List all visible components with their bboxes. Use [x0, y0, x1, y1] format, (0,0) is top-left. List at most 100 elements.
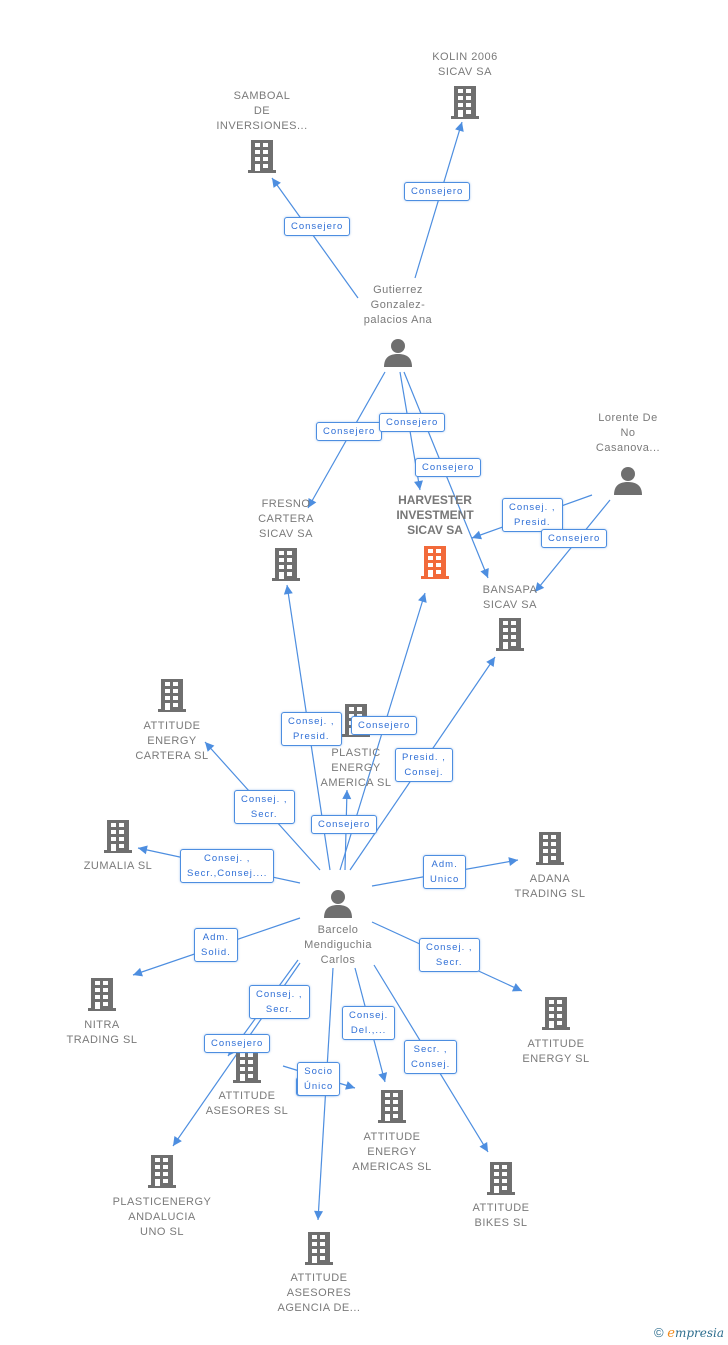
arrowhead-icon	[414, 480, 423, 490]
building-icon[interactable]	[146, 1154, 178, 1193]
copyright-icon: ©	[654, 1325, 664, 1340]
building-icon[interactable]	[485, 1161, 517, 1200]
building-icon[interactable]	[246, 139, 278, 178]
edge-label-barcelo-plasticenergy_andalucia[interactable]: Consejero	[204, 1034, 271, 1053]
edge-label-line: Presid. ,	[402, 752, 446, 763]
edge-label-line: Adm.	[431, 859, 458, 870]
building-icon[interactable]	[156, 678, 188, 717]
node-label-attitude_energy[interactable]: ATTITUDE ENERGY SL	[496, 1037, 616, 1067]
node-label-attitude_americas[interactable]: ATTITUDE ENERGY AMERICAS SL	[332, 1130, 452, 1175]
edge-label-barcelo-adana[interactable]: Adm. Unico	[423, 855, 467, 889]
edge-label-line: Secr.	[435, 957, 463, 968]
edge-label-barcelo-nitra[interactable]: Adm. Solid.	[194, 928, 238, 962]
building-icon[interactable]	[376, 1089, 408, 1128]
edge-label-line: Consejero	[211, 1038, 264, 1049]
edge-label-line: Socio	[304, 1066, 334, 1077]
node-label-zumalia[interactable]: ZUMALIA SL	[58, 859, 178, 874]
building-icon[interactable]	[540, 996, 572, 1035]
edge-label-line: Consejero	[323, 426, 376, 437]
building-icon[interactable]	[270, 547, 302, 586]
node-label-nitra[interactable]: NITRA TRADING SL	[42, 1018, 162, 1048]
network-diagram: © empresia KOLIN 2006 SICAV SA SAMBOAL DE IN…	[0, 0, 728, 1345]
edge-label-barcelo-attitude_americas[interactable]: Consej. Del.,...	[342, 1006, 396, 1040]
edge-label-gutierrez-kolin[interactable]: Consejero	[404, 182, 471, 201]
edge-label-barcelo-attitude_cartera[interactable]: Consej. , Secr.	[234, 790, 295, 824]
arrowhead-icon	[479, 1141, 488, 1152]
empresia-logo: © empresia	[654, 1325, 724, 1341]
building-icon[interactable]	[494, 617, 526, 656]
edge-label-barcelo-bansapa[interactable]: Presid. , Consej.	[395, 748, 453, 782]
node-label-gutierrez[interactable]: Gutierrez Gonzalez-palacios Ana	[356, 283, 440, 328]
edge-label-line: Presid.	[292, 731, 330, 742]
edge-label-line: Consejero	[422, 462, 475, 473]
building-icon[interactable]	[102, 819, 134, 858]
edge-label-line: Secr.,Consej....	[187, 868, 268, 879]
edge-label-barcelo-plastic_america[interactable]: Consejero	[311, 815, 378, 834]
edge-label-gutierrez-bansapa[interactable]: Consejero	[415, 458, 482, 477]
node-label-barcelo[interactable]: Barcelo Mendiguchia Carlos	[278, 923, 398, 968]
edge-label-barcelo-attitude_bikes[interactable]: Secr. , Consej.	[404, 1040, 458, 1074]
edge-label-line: Consej.	[349, 1010, 389, 1021]
edge-label-line: Consej. ,	[203, 853, 251, 864]
node-label-attitude_cartera[interactable]: ATTITUDE ENERGY CARTERA SL	[112, 719, 232, 764]
building-icon[interactable]	[86, 977, 118, 1016]
edge-label-line: Consejero	[411, 186, 464, 197]
logo-e: e	[667, 1326, 675, 1341]
edge-label-line: Unico	[430, 874, 460, 885]
edge-label-line: Consej. ,	[288, 716, 335, 727]
edge-label-barcelo-harvester[interactable]: Consejero	[351, 716, 418, 735]
arrowhead-icon	[508, 857, 518, 867]
edge-label-line: Del.,...	[350, 1025, 387, 1036]
edge-label-barcelo-attitude_agencia[interactable]: Socio Único	[297, 1062, 341, 1096]
edge-label-lorente-bansapa[interactable]: Consejero	[541, 529, 608, 548]
node-label-samboal[interactable]: SAMBOAL DE INVERSIONES...	[202, 89, 322, 134]
edge-label-line: Consejero	[386, 417, 439, 428]
edge-label-line: Solid.	[201, 947, 231, 958]
edge-label-line: Presid.	[513, 517, 551, 528]
edge-label-line: Consejero	[318, 819, 371, 830]
node-label-adana[interactable]: ADANA TRADING SL	[490, 872, 610, 902]
edge-label-gutierrez-samboal[interactable]: Consejero	[284, 217, 351, 236]
edge-label-line: Consej. ,	[509, 502, 556, 513]
edge-label-line: Consejero	[291, 221, 344, 232]
node-label-attitude_agencia[interactable]: ATTITUDE ASESORES AGENCIA DE...	[259, 1271, 379, 1316]
arrowhead-icon	[314, 1210, 324, 1220]
edge-label-lorente-harvester[interactable]: Consej. , Presid.	[502, 498, 563, 532]
arrowhead-icon	[138, 845, 148, 855]
arrowhead-icon	[378, 1072, 388, 1082]
node-label-attitude_asesores[interactable]: ATTITUDE ASESORES SL	[187, 1089, 307, 1119]
edge-label-line: Adm.	[202, 932, 229, 943]
building-icon[interactable]	[303, 1231, 335, 1270]
edge-label-barcelo-attitude_asesores[interactable]: Consej. , Secr.	[249, 985, 310, 1019]
edge-label-line: Consej. ,	[426, 942, 473, 953]
edge-label-barcelo-attitude_energy[interactable]: Consej. , Secr.	[419, 938, 480, 972]
building-icon[interactable]	[231, 1049, 263, 1088]
node-label-fresno[interactable]: FRESNO CARTERA SICAV SA	[226, 497, 346, 542]
arrowhead-icon	[133, 967, 143, 977]
node-label-bansapa[interactable]: BANSAPA SICAV SA	[450, 583, 570, 613]
node-label-attitude_bikes[interactable]: ATTITUDE BIKES SL	[441, 1201, 561, 1231]
arrowhead-icon	[173, 1136, 182, 1146]
node-label-lorente[interactable]: Lorente De No Casanova...	[568, 411, 688, 456]
person-icon[interactable]	[613, 465, 643, 500]
edge-label-barcelo-fresno[interactable]: Consej. , Presid.	[281, 712, 342, 746]
person-icon[interactable]	[383, 337, 413, 372]
arrowhead-icon	[283, 585, 293, 595]
edge-label-gutierrez-fresno[interactable]: Consejero	[316, 422, 383, 441]
building-icon[interactable]	[449, 85, 481, 124]
arrowhead-icon	[345, 1081, 355, 1090]
logo-text: mpresia	[674, 1326, 724, 1340]
node-label-kolin[interactable]: KOLIN 2006 SICAV SA	[405, 50, 525, 80]
arrowhead-icon	[272, 178, 281, 188]
node-label-plasticenergy_andalucia[interactable]: PLASTICENERGY ANDALUCIA UNO SL	[102, 1195, 222, 1240]
building-icon[interactable]	[534, 831, 566, 870]
edge-label-line: Secr.	[265, 1004, 293, 1015]
edge-label-barcelo-zumalia[interactable]: Consej. , Secr.,Consej....	[180, 849, 275, 883]
building-icon[interactable]	[419, 545, 451, 584]
arrowhead-icon	[486, 657, 495, 667]
arrowhead-icon	[342, 790, 352, 800]
edge-label-gutierrez-harvester[interactable]: Consejero	[379, 413, 446, 432]
edge-label-line: Consej.	[404, 767, 444, 778]
node-label-harvester[interactable]: HARVESTER INVESTMENT SICAV SA	[375, 493, 495, 538]
person-icon[interactable]	[323, 888, 353, 923]
